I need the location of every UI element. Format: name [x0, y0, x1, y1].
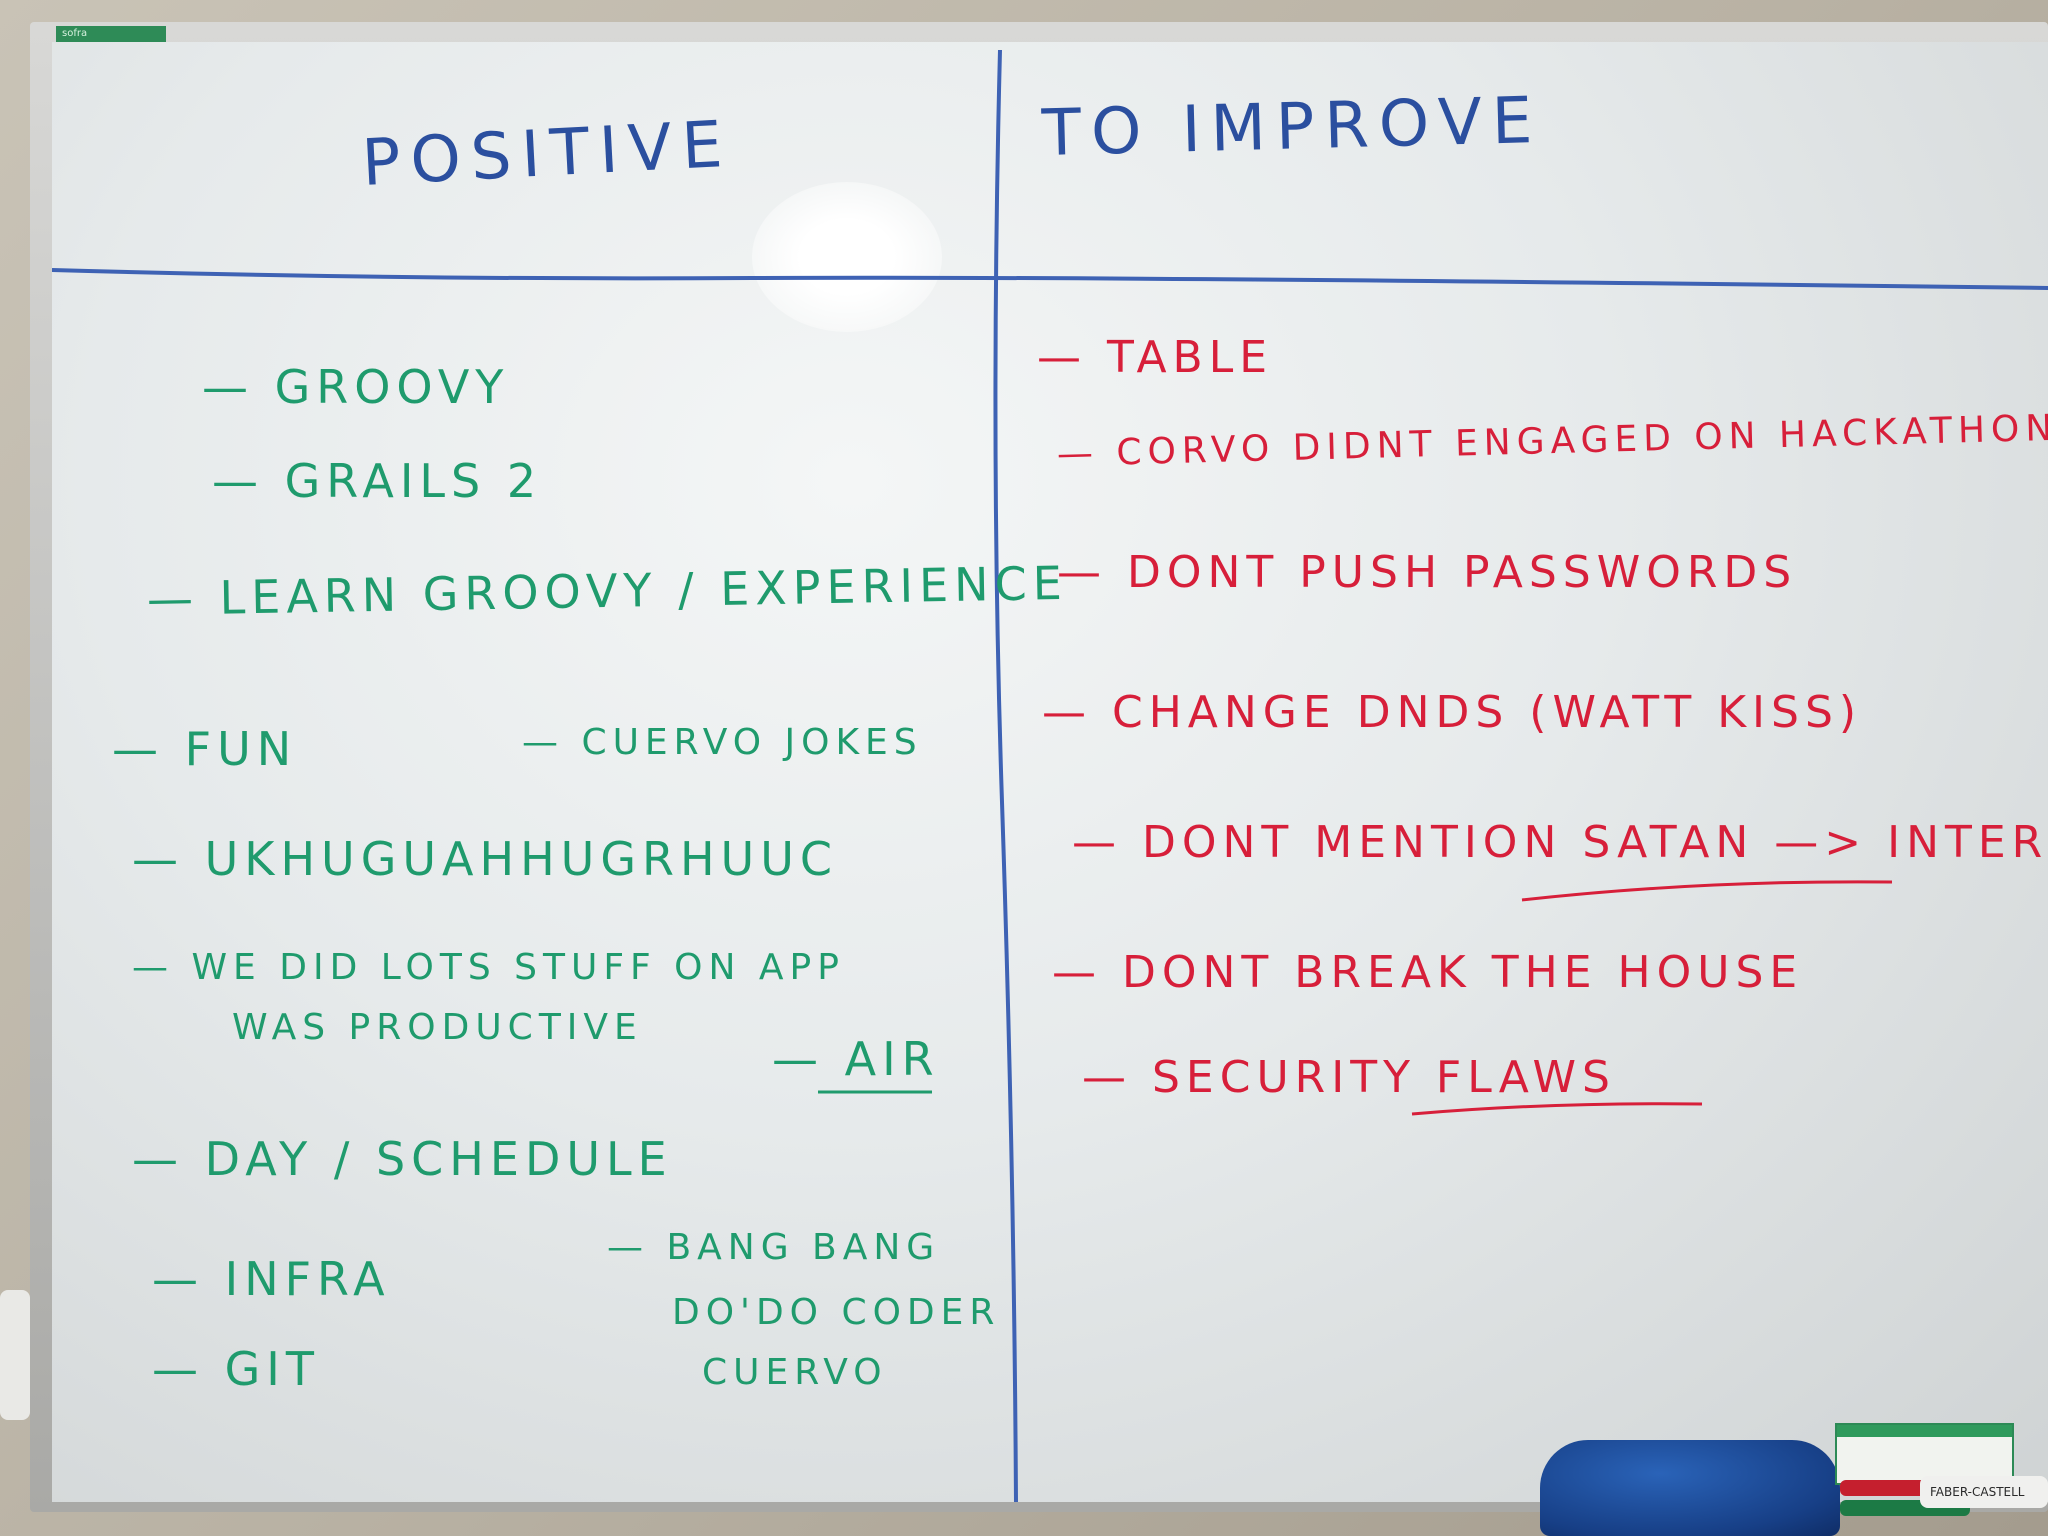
positive-item-cuervo: CUERVO [702, 1352, 888, 1393]
flaws-underline [1411, 1102, 1703, 1116]
improve-item-house: — DONT BREAK THE HOUSE [1052, 947, 1804, 998]
positive-item-grails: — GRAILS 2 [212, 454, 543, 508]
vertical-divider [993, 49, 1018, 1502]
horizontal-divider [52, 268, 2048, 290]
positive-item-noise: — UKHUGUAHHUGRHUUC [132, 832, 838, 886]
positive-item-day-schedule: — DAY / SCHEDULE [132, 1132, 673, 1186]
improve-item-table: — TABLE [1037, 332, 1274, 383]
positive-item-bang-bang: — BANG BANG [607, 1227, 941, 1268]
brand-label: sofra [56, 26, 166, 42]
improve-item-security: — SECURITY FLAWS [1082, 1052, 1616, 1103]
positive-item-fun: — FUN [112, 722, 298, 776]
satan-inters-underline [1521, 880, 1893, 902]
positive-item-air: — AIR [772, 1032, 940, 1086]
positive-item-groovy: — GROOVY [202, 360, 510, 414]
positive-item-dodo-coder: DO'DO CODER [672, 1292, 1001, 1333]
positive-item-cuervo-jokes: — CUERVO JOKES [522, 722, 923, 763]
whiteboard: POSITIVE TO IMPROVE — GROOVY — GRAILS 2 … [52, 42, 2048, 1502]
whiteboard-eraser [1540, 1440, 1840, 1536]
positive-item-git: — GIT [152, 1342, 320, 1396]
improve-item-passwords: — DONT PUSH PASSWORDS [1057, 547, 1798, 598]
marker-label: FABER-CASTELL [1920, 1476, 2048, 1508]
positive-item-productive: WAS PRODUCTIVE [232, 1007, 643, 1048]
mug-edge [0, 1290, 30, 1420]
improve-item-satan: — DONT MENTION SATAN —> INTERS [1072, 817, 2048, 868]
improve-item-change-dnds: — CHANGE DNDS (WATT KISS) [1042, 687, 1863, 738]
positive-item-infra: — INFRA [152, 1252, 391, 1306]
improve-header: TO IMPROVE [1041, 83, 1544, 171]
positive-item-lots-stuff: — WE DID LOTS STUFF ON APP [132, 947, 845, 988]
